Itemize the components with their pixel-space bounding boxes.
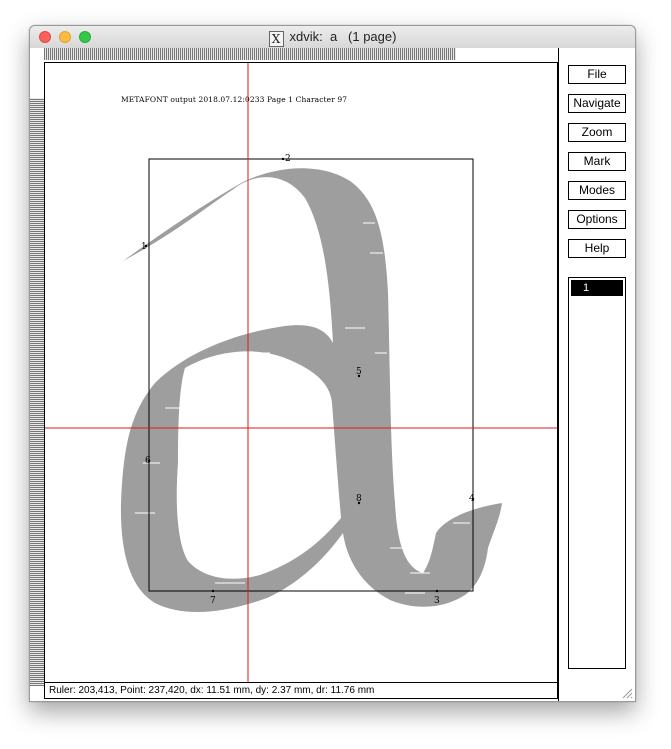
status-bar: Ruler: 203,413, Point: 237,420, dx: 11.5…: [44, 682, 558, 699]
file-button[interactable]: File: [568, 65, 626, 84]
point-markers: [144, 157, 475, 593]
resize-grip-icon[interactable]: [621, 687, 633, 699]
main-content: METAFONT output 2018.07.12:0233 Page 1 C…: [30, 48, 635, 701]
page-list-item-selected[interactable]: 1: [571, 280, 623, 296]
raster-streaks: [135, 222, 470, 594]
glyph-canvas: 1 2 3 4 5 6 7 8: [45, 63, 557, 682]
page-list[interactable]: 1: [568, 277, 626, 669]
vertical-scrollbar[interactable]: [30, 98, 44, 686]
help-button[interactable]: Help: [568, 239, 626, 258]
button-panel: File Navigate Zoom Mark Modes Options He…: [558, 48, 635, 701]
point-label-4: 4: [469, 494, 475, 504]
point-marker-7: [211, 589, 215, 593]
point-label-3: 3: [434, 596, 440, 606]
options-button[interactable]: Options: [568, 210, 626, 229]
dvi-page-view[interactable]: METAFONT output 2018.07.12:0233 Page 1 C…: [44, 62, 558, 682]
point-marker-3: [435, 589, 439, 593]
window-title-container: Xxdvik: a (1 page): [30, 29, 635, 47]
window-title: xdvik: a (1 page): [289, 29, 397, 44]
navigate-button[interactable]: Navigate: [568, 94, 626, 113]
modes-button[interactable]: Modes: [568, 181, 626, 200]
glyph-bounding-box: [148, 158, 474, 592]
point-label-2: 2: [285, 154, 291, 164]
xdvik-window: Xxdvik: a (1 page) METAFONT output 2018.…: [29, 25, 636, 702]
point-label-1: 1: [141, 242, 147, 252]
x11-app-icon: X: [268, 31, 284, 47]
point-label-7: 7: [210, 596, 216, 606]
point-label-5: 5: [356, 367, 362, 377]
point-label-8: 8: [356, 494, 362, 504]
title-bar[interactable]: Xxdvik: a (1 page): [30, 26, 635, 49]
horizontal-scrollbar[interactable]: [44, 48, 456, 60]
point-label-6: 6: [145, 456, 151, 466]
mark-button[interactable]: Mark: [568, 152, 626, 171]
point-marker-2: [281, 157, 285, 161]
zoom-button[interactable]: Zoom: [568, 123, 626, 142]
glyph-a-shape: [120, 168, 502, 613]
